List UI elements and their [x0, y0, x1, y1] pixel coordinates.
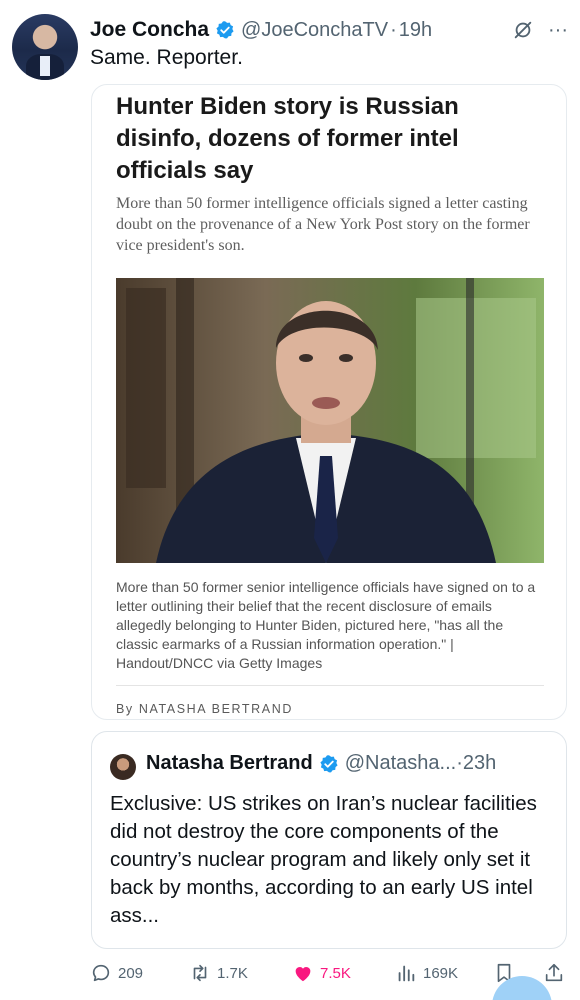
verified-badge-icon	[320, 754, 338, 772]
like-count: 7.5K	[320, 964, 351, 982]
more-icon[interactable]: ···	[548, 19, 568, 42]
quoted-tweet-text: Exclusive: US strikes on Iran’s nuclear …	[110, 792, 537, 927]
reply-count: 209	[118, 964, 144, 982]
share-button[interactable]	[543, 962, 565, 984]
quoted-tweet-time[interactable]: 23h	[463, 752, 496, 775]
like-icon	[295, 967, 311, 982]
repost-button[interactable]: 1.7K	[189, 962, 248, 984]
author-handle[interactable]: @JoeConchaTV	[241, 19, 388, 42]
repost-count: 1.7K	[217, 964, 248, 982]
tweet-action-bar: 209 1.7K 7.5K 169K	[90, 958, 570, 988]
author-avatar[interactable]	[12, 14, 78, 80]
article-subheadline: More than 50 former intelligence officia…	[116, 195, 530, 254]
verified-badge-icon	[216, 21, 234, 39]
article-byline: By NATASHA BERTRAND	[116, 702, 293, 716]
tweet-time[interactable]: 19h	[399, 19, 432, 42]
quoted-author-avatar[interactable]	[110, 754, 136, 780]
views-count: 169K	[423, 964, 459, 982]
quoted-author-handle[interactable]: @Natasha...	[345, 752, 456, 775]
article-headline: Hunter Biden story is Russian disinfo, d…	[116, 93, 459, 184]
reply-icon	[92, 964, 110, 982]
article-card[interactable]: Hunter Biden story is Russian disinfo, d…	[91, 84, 567, 720]
quoted-tweet-card[interactable]: Natasha Bertrand @Natasha... · 23h Exclu…	[91, 731, 567, 949]
reply-button[interactable]: 209	[90, 962, 143, 984]
share-icon	[545, 963, 563, 982]
article-photo	[116, 278, 544, 563]
repost-icon	[193, 964, 207, 982]
quoted-tweet-header: Natasha Bertrand @Natasha... · 23h	[146, 752, 554, 775]
separator-dot: ·	[456, 752, 463, 774]
tweet-text: Same. Reporter.	[90, 46, 243, 69]
separator-dot: ·	[390, 18, 397, 41]
like-button[interactable]: 7.5K	[292, 962, 351, 984]
article-photo-caption: More than 50 former senior intelligence …	[116, 579, 536, 671]
grok-icon[interactable]	[512, 19, 534, 41]
views-icon	[398, 965, 415, 982]
quoted-author-name[interactable]: Natasha Bertrand	[146, 752, 313, 775]
views-button[interactable]: 169K	[395, 962, 458, 984]
tweet-header: Joe Concha @JoeConchaTV · 19h ···	[90, 16, 568, 44]
article-divider	[116, 685, 544, 686]
author-name[interactable]: Joe Concha	[90, 18, 209, 42]
